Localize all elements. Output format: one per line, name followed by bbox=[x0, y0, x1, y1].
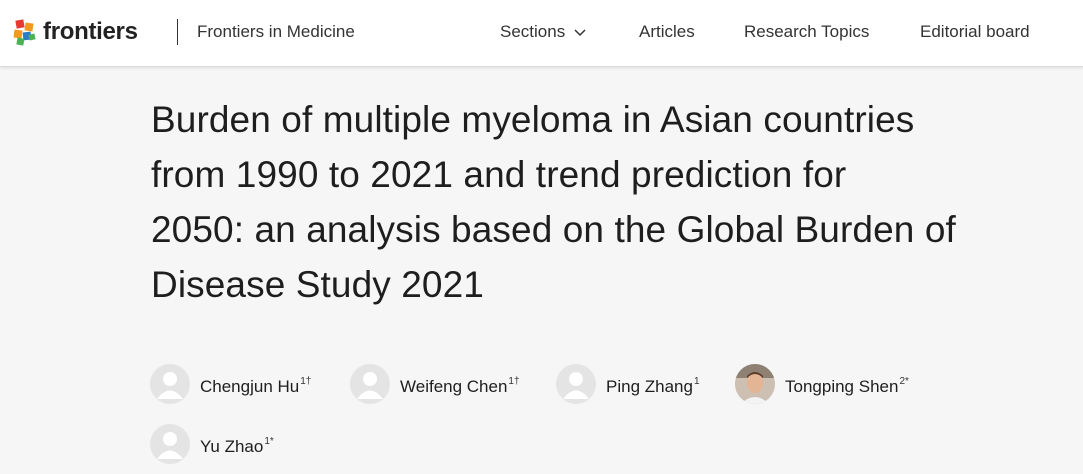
title-line: from 1990 to 2021 and trend prediction f… bbox=[151, 154, 847, 195]
frontiers-logo-icon bbox=[12, 18, 38, 46]
nav-editorial-board[interactable]: Editorial board bbox=[920, 20, 1030, 44]
chevron-down-icon bbox=[574, 20, 586, 44]
nav-sections-label: Sections bbox=[500, 22, 566, 41]
author-name: Weifeng Chen1† bbox=[400, 375, 520, 396]
author-tongping-shen[interactable]: Tongping Shen2* bbox=[735, 364, 909, 404]
title-line: Disease Study 2021 bbox=[151, 264, 484, 305]
title-line: 2050: an analysis based on the Global Bu… bbox=[151, 209, 956, 250]
author-weifeng-chen[interactable]: Weifeng Chen1† bbox=[350, 364, 520, 404]
photo-avatar bbox=[735, 364, 775, 404]
default-avatar-icon bbox=[350, 364, 390, 404]
default-avatar-icon bbox=[150, 424, 190, 464]
site-header: frontiers Frontiers in Medicine Sections… bbox=[0, 0, 1083, 67]
author-name: Ping Zhang1 bbox=[606, 375, 700, 396]
default-avatar-icon bbox=[556, 364, 596, 404]
author-name: Tongping Shen2* bbox=[785, 375, 909, 396]
author-chengjun-hu[interactable]: Chengjun Hu1† bbox=[150, 364, 311, 404]
journal-link[interactable]: Frontiers in Medicine bbox=[197, 20, 355, 44]
author-name: Yu Zhao1* bbox=[200, 435, 274, 456]
author-yu-zhao[interactable]: Yu Zhao1* bbox=[150, 424, 274, 464]
header-divider bbox=[177, 19, 178, 45]
nav-research-topics[interactable]: Research Topics bbox=[744, 20, 869, 44]
author-ping-zhang[interactable]: Ping Zhang1 bbox=[556, 364, 700, 404]
default-avatar-icon bbox=[150, 364, 190, 404]
author-name: Chengjun Hu1† bbox=[200, 375, 312, 396]
article-title: Burden of multiple myeloma in Asian coun… bbox=[151, 92, 1061, 312]
logo-text: frontiers bbox=[43, 18, 138, 45]
title-line: Burden of multiple myeloma in Asian coun… bbox=[151, 99, 915, 140]
nav-articles[interactable]: Articles bbox=[639, 20, 695, 44]
nav-sections[interactable]: Sections bbox=[500, 20, 586, 44]
frontiers-logo[interactable]: frontiers bbox=[12, 17, 138, 47]
